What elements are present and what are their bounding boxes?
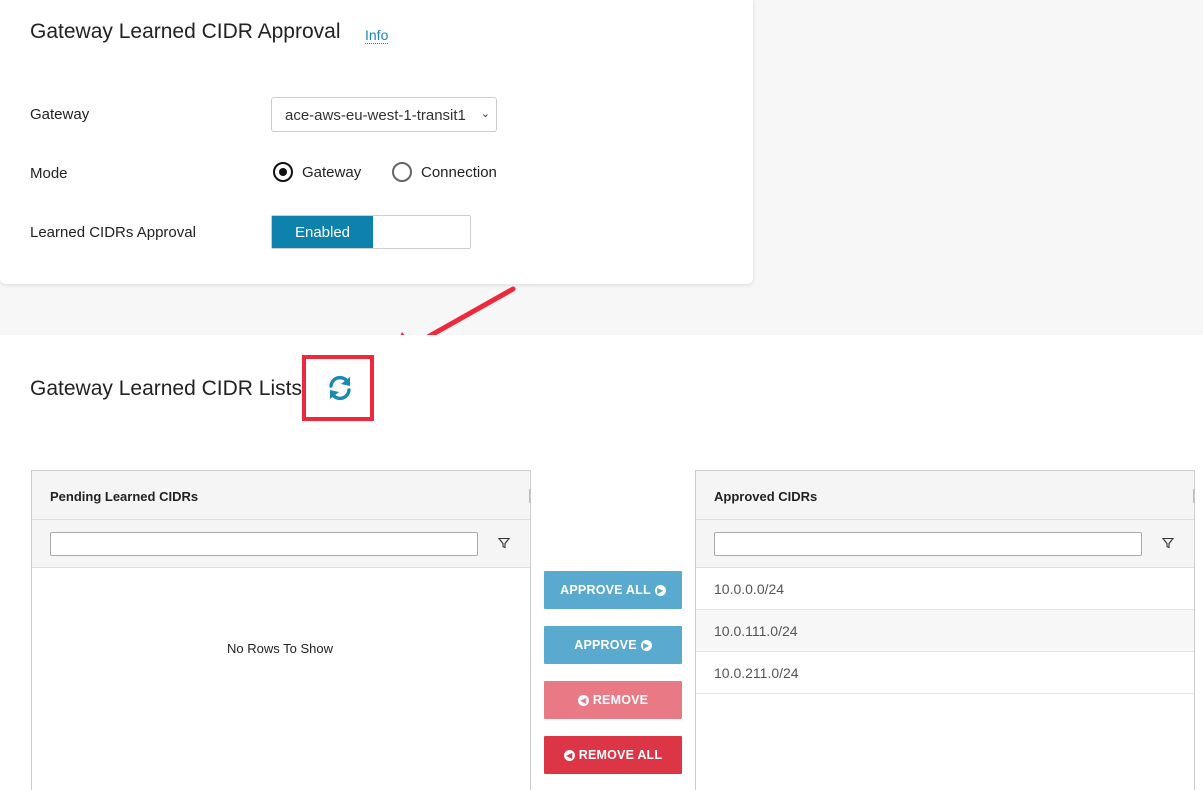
chevron-down-icon: ⌄ xyxy=(480,108,490,120)
pending-filter-input[interactable] xyxy=(50,532,478,556)
approved-filter-row xyxy=(696,520,1194,568)
mode-radio-gateway[interactable]: Gateway xyxy=(273,162,361,182)
gateway-label: Gateway xyxy=(30,106,90,123)
mode-label: Mode xyxy=(30,165,68,182)
radio-selected-icon xyxy=(273,162,293,182)
approved-cidr-row[interactable]: 10.0.111.0/24 xyxy=(696,610,1194,652)
pending-cidrs-panel: Pending Learned CIDRs No Rows To Show xyxy=(31,470,531,790)
radio-unselected-icon xyxy=(392,162,412,182)
gateway-select[interactable]: ace-aws-eu-west-1-transit1 ⌄ xyxy=(271,97,497,132)
approved-cidrs-header-label: Approved CIDRs xyxy=(714,489,818,504)
pending-cidrs-header-label: Pending Learned CIDRs xyxy=(50,489,199,504)
mode-radio-gateway-label: Gateway xyxy=(302,163,362,181)
column-resize-handle[interactable] xyxy=(1193,489,1194,503)
pending-empty-text: No Rows To Show xyxy=(227,641,333,656)
approve-label: APPROVE xyxy=(574,638,637,652)
arrow-left-circle-icon: ◀ xyxy=(563,749,575,761)
mode-radio-connection-label: Connection xyxy=(421,163,497,181)
approved-cidr-row[interactable]: 10.0.0.0/24 xyxy=(696,568,1194,610)
lists-title: Gateway Learned CIDR Lists xyxy=(30,377,302,400)
filter-icon[interactable] xyxy=(498,537,510,549)
approved-cidrs-header: Approved CIDRs xyxy=(696,471,1194,520)
approval-card: Gateway Learned CIDR Approval Info Gatew… xyxy=(0,0,753,284)
pending-cidrs-header: Pending Learned CIDRs xyxy=(32,471,530,520)
lists-card: Gateway Learned CIDR Lists Pending Learn… xyxy=(0,335,1203,790)
approval-label: Learned CIDRs Approval xyxy=(30,224,196,241)
arrow-right-circle-icon: ▶ xyxy=(654,584,666,596)
remove-button[interactable]: ◀ REMOVE xyxy=(544,681,682,719)
approved-cidr-row[interactable]: 10.0.211.0/24 xyxy=(696,652,1194,694)
approval-title: Gateway Learned CIDR Approval xyxy=(30,20,341,43)
filter-icon[interactable] xyxy=(1162,537,1174,549)
remove-all-button[interactable]: ◀ REMOVE ALL xyxy=(544,736,682,774)
info-link[interactable]: Info xyxy=(365,27,389,44)
mode-radio-connection[interactable]: Connection xyxy=(392,162,497,182)
remove-label: REMOVE xyxy=(592,693,649,707)
gateway-select-value: ace-aws-eu-west-1-transit1 xyxy=(285,107,466,124)
approve-all-button[interactable]: APPROVE ALL ▶ xyxy=(544,571,682,609)
approve-all-label: APPROVE ALL xyxy=(560,583,651,597)
approved-filter-input[interactable] xyxy=(714,532,1142,556)
pending-filter-row xyxy=(32,520,530,568)
remove-all-label: REMOVE ALL xyxy=(578,748,663,762)
arrow-right-circle-icon: ▶ xyxy=(640,639,652,651)
column-resize-handle[interactable] xyxy=(529,489,530,503)
approved-cidrs-panel: Approved CIDRs 10.0.0.0/24 10.0.111.0/24… xyxy=(695,470,1195,790)
approve-button[interactable]: APPROVE ▶ xyxy=(544,626,682,664)
approval-toggle[interactable]: Enabled xyxy=(271,215,471,249)
toggle-enabled[interactable]: Enabled xyxy=(272,216,373,248)
annotation-highlight-box xyxy=(302,355,374,421)
arrow-left-circle-icon: ◀ xyxy=(577,694,589,706)
